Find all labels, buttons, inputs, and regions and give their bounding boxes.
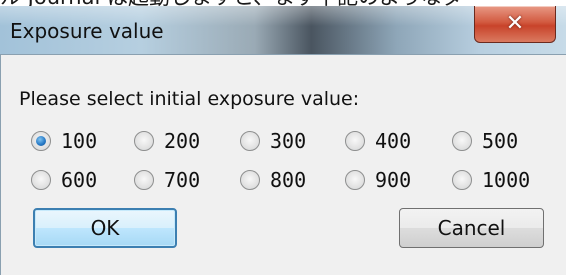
radio-label: 700 bbox=[164, 168, 201, 192]
radio-label: 900 bbox=[375, 168, 412, 192]
radio-option-400[interactable]: 400 bbox=[345, 128, 411, 154]
radio-button-checked[interactable] bbox=[31, 131, 51, 151]
radio-label: 300 bbox=[270, 129, 307, 153]
cancel-button[interactable]: Cancel bbox=[399, 208, 544, 248]
radio-option-300[interactable]: 300 bbox=[240, 128, 306, 154]
radio-button[interactable] bbox=[240, 170, 260, 190]
ok-button[interactable]: OK bbox=[33, 208, 177, 248]
radio-button[interactable] bbox=[452, 131, 472, 151]
dialog-body: Please select initial exposure value: 10… bbox=[0, 55, 566, 275]
radio-button[interactable] bbox=[345, 131, 365, 151]
radio-option-600[interactable]: 600 bbox=[31, 167, 97, 193]
radio-button[interactable] bbox=[345, 170, 365, 190]
radio-label: 1000 bbox=[482, 168, 531, 192]
radio-option-900[interactable]: 900 bbox=[345, 167, 411, 193]
radio-option-800[interactable]: 800 bbox=[240, 167, 306, 193]
dialog-title: Exposure value bbox=[10, 19, 164, 43]
radio-label: 500 bbox=[482, 129, 519, 153]
radio-button[interactable] bbox=[240, 131, 260, 151]
close-button[interactable]: ✕ bbox=[474, 6, 556, 43]
exposure-value-dialog: Exposure value ✕ Please select initial e… bbox=[0, 6, 566, 275]
radio-label: 100 bbox=[61, 129, 98, 153]
title-bar[interactable]: Exposure value ✕ bbox=[0, 6, 566, 55]
prompt-label: Please select initial exposure value: bbox=[19, 88, 360, 110]
radio-label: 200 bbox=[164, 129, 201, 153]
radio-label: 800 bbox=[270, 168, 307, 192]
radio-button[interactable] bbox=[134, 131, 154, 151]
radio-option-700[interactable]: 700 bbox=[134, 167, 200, 193]
radio-label: 400 bbox=[375, 129, 412, 153]
radio-button[interactable] bbox=[452, 170, 472, 190]
radio-option-100[interactable]: 100 bbox=[31, 128, 97, 154]
radio-option-200[interactable]: 200 bbox=[134, 128, 200, 154]
radio-button[interactable] bbox=[31, 170, 51, 190]
radio-option-1000[interactable]: 1000 bbox=[452, 167, 530, 193]
close-icon: ✕ bbox=[505, 11, 525, 36]
radio-label: 600 bbox=[61, 168, 98, 192]
radio-option-500[interactable]: 500 bbox=[452, 128, 518, 154]
radio-button[interactable] bbox=[134, 170, 154, 190]
